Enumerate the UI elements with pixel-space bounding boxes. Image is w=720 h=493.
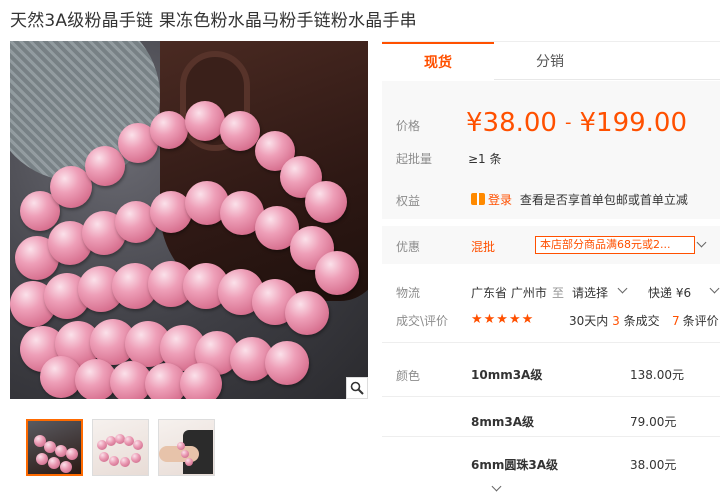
thumbnail-strip — [26, 419, 215, 476]
sku-name: 8mm3A级 — [471, 415, 534, 429]
tab-distribution[interactable]: 分销 — [494, 42, 606, 80]
shipping-fee: 快递 ¥6 — [648, 286, 692, 300]
tab-in-stock[interactable]: 现货 — [382, 42, 494, 80]
sku-price: 38.00元 — [630, 458, 677, 472]
thumbnail-1[interactable] — [26, 419, 83, 476]
moq-label: 起批量 — [396, 152, 433, 166]
benefits-label: 权益 — [396, 194, 421, 208]
promotion-type: 混批 — [471, 240, 496, 254]
logistics-label: 物流 — [396, 286, 421, 300]
logistics-origin: 广东省 广州市 — [471, 286, 547, 300]
promotion-label: 优惠 — [396, 240, 421, 254]
reviews-label: 成交\评价 — [396, 314, 449, 328]
search-icon — [350, 381, 364, 395]
price-low: ¥38.00 — [466, 108, 557, 138]
sku-row[interactable]: 8mm3A级 79.00元 — [382, 398, 720, 445]
deal-count: 30天内 3 条成交 — [569, 312, 660, 329]
deals-count[interactable]: 3 — [612, 314, 620, 328]
deals-suffix: 条成交 — [623, 314, 660, 328]
moq-value: ≥1 条 — [468, 152, 502, 166]
price-range: ¥38.00- ¥199.00 — [466, 108, 687, 138]
bead — [150, 111, 188, 149]
logistics-to: 至 — [552, 286, 565, 300]
thumbnail-3[interactable] — [158, 419, 215, 476]
bead — [220, 111, 260, 151]
zoom-button[interactable] — [346, 377, 368, 399]
purchase-tabs: 现货 分销 — [382, 41, 720, 80]
destination-select[interactable]: 请选择 — [572, 284, 608, 301]
price-label: 价格 — [396, 119, 421, 133]
price-separator: - — [564, 112, 572, 133]
sku-price: 79.00元 — [630, 415, 677, 429]
sku-price: 138.00元 — [630, 368, 684, 382]
benefits-row: 登录 查看是否享首单包邮或首单立减 — [471, 191, 688, 208]
thumbnail-2[interactable] — [92, 419, 149, 476]
login-link[interactable]: 登录 — [488, 193, 512, 207]
price-high: ¥199.00 — [579, 108, 688, 138]
benefits-text: 查看是否享首单包邮或首单立减 — [519, 193, 688, 207]
review-count: 7 条评价 — [672, 312, 719, 329]
rating-stars: ★★★★★ — [471, 312, 535, 327]
bead — [185, 101, 225, 141]
promotion-tag[interactable]: 本店部分商品满68元或2... — [535, 236, 695, 254]
sku-name: 10mm3A级 — [471, 368, 543, 382]
bead — [265, 341, 309, 385]
sku-row[interactable]: 10mm3A级 138.00元 — [382, 351, 720, 398]
review-count-number[interactable]: 7 — [672, 314, 680, 328]
bead — [315, 251, 359, 295]
product-title: 天然3A级粉晶手链 果冻色粉水晶马粉手链粉水晶手串 — [10, 11, 417, 31]
sku-name: 6mm圆珠3A级 — [471, 458, 558, 472]
deals-prefix: 30天内 — [569, 314, 609, 328]
chevron-down-icon[interactable] — [709, 283, 720, 294]
main-product-image[interactable] — [10, 41, 368, 399]
sku-row[interactable]: 6mm圆珠3A级 38.00元 — [382, 441, 720, 488]
bead — [305, 181, 347, 223]
review-suffix: 条评价 — [682, 314, 719, 328]
gift-icon — [471, 193, 485, 205]
chevron-down-icon[interactable] — [617, 283, 628, 294]
bead — [285, 291, 329, 335]
bead — [85, 146, 125, 186]
product-info-panel: 现货 分销 价格 ¥38.00- ¥199.00 起批量 ≥1 条 权益 登录 查… — [382, 41, 720, 493]
bead — [180, 363, 222, 399]
